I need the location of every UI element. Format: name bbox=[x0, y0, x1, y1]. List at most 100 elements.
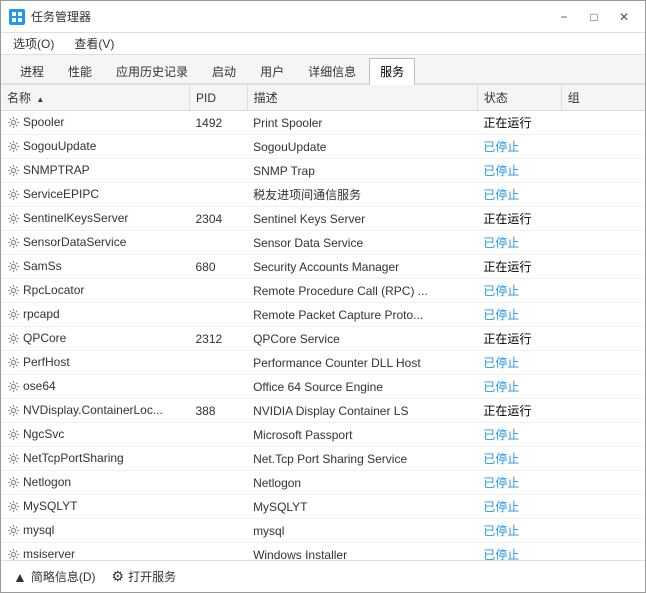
service-icon bbox=[7, 332, 20, 345]
service-icon bbox=[7, 284, 20, 297]
service-name: SNMPTRAP bbox=[1, 159, 189, 183]
services-table-container[interactable]: 名称 ▲ PID 描述 状态 组 Spooler1492Print Spoole… bbox=[1, 85, 645, 560]
service-group bbox=[561, 351, 645, 375]
summary-icon: ▲ bbox=[13, 569, 27, 585]
menu-bar: 选项(O) 查看(V) bbox=[1, 33, 645, 55]
service-desc: Office 64 Source Engine bbox=[247, 375, 477, 399]
table-row[interactable]: NVDisplay.ContainerLoc...388NVIDIA Displ… bbox=[1, 399, 645, 423]
service-name: MySQLYT bbox=[1, 495, 189, 519]
table-row[interactable]: msiserverWindows Installer已停止 bbox=[1, 543, 645, 561]
service-status: 已停止 bbox=[477, 447, 561, 471]
minimize-button[interactable]: − bbox=[551, 7, 577, 27]
service-icon bbox=[7, 548, 20, 560]
service-pid bbox=[189, 471, 247, 495]
service-pid bbox=[189, 543, 247, 561]
service-status: 已停止 bbox=[477, 423, 561, 447]
col-header-name[interactable]: 名称 ▲ bbox=[1, 85, 189, 111]
tab-history[interactable]: 应用历史记录 bbox=[105, 58, 199, 85]
service-desc: Microsoft Passport bbox=[247, 423, 477, 447]
summary-button[interactable]: ▲ 简略信息(D) bbox=[13, 568, 96, 585]
service-status: 已停止 bbox=[477, 159, 561, 183]
table-row[interactable]: MySQLYTMySQLYT已停止 bbox=[1, 495, 645, 519]
service-group bbox=[561, 303, 645, 327]
tab-details[interactable]: 详细信息 bbox=[297, 58, 367, 85]
service-pid bbox=[189, 423, 247, 447]
tab-services[interactable]: 服务 bbox=[369, 58, 415, 85]
service-icon bbox=[7, 308, 20, 321]
service-icon bbox=[7, 524, 20, 537]
service-desc: Print Spooler bbox=[247, 111, 477, 135]
col-header-pid[interactable]: PID bbox=[189, 85, 247, 111]
table-row[interactable]: SensorDataServiceSensor Data Service已停止 bbox=[1, 231, 645, 255]
service-name: ose64 bbox=[1, 375, 189, 399]
service-status: 已停止 bbox=[477, 183, 561, 207]
table-row[interactable]: NgcSvcMicrosoft Passport已停止 bbox=[1, 423, 645, 447]
maximize-button[interactable]: □ bbox=[581, 7, 607, 27]
table-row[interactable]: Spooler1492Print Spooler正在运行 bbox=[1, 111, 645, 135]
service-pid bbox=[189, 351, 247, 375]
app-icon bbox=[9, 9, 25, 25]
table-row[interactable]: NetTcpPortSharingNet.Tcp Port Sharing Se… bbox=[1, 447, 645, 471]
table-row[interactable]: rpcapdRemote Packet Capture Proto...已停止 bbox=[1, 303, 645, 327]
table-row[interactable]: ose64Office 64 Source Engine已停止 bbox=[1, 375, 645, 399]
summary-label: 简略信息(D) bbox=[31, 568, 96, 585]
service-status: 已停止 bbox=[477, 231, 561, 255]
table-row[interactable]: SentinelKeysServer2304Sentinel Keys Serv… bbox=[1, 207, 645, 231]
table-row[interactable]: RpcLocatorRemote Procedure Call (RPC) ..… bbox=[1, 279, 645, 303]
service-desc: mysql bbox=[247, 519, 477, 543]
service-group bbox=[561, 183, 645, 207]
service-icon bbox=[7, 116, 20, 129]
service-pid: 2304 bbox=[189, 207, 247, 231]
service-pid bbox=[189, 519, 247, 543]
tab-performance[interactable]: 性能 bbox=[57, 58, 103, 85]
service-status: 已停止 bbox=[477, 135, 561, 159]
service-status: 正在运行 bbox=[477, 207, 561, 231]
service-name: SogouUpdate bbox=[1, 135, 189, 159]
table-row[interactable]: SogouUpdateSogouUpdate已停止 bbox=[1, 135, 645, 159]
open-service-label: 打开服务 bbox=[128, 568, 176, 585]
tab-startup[interactable]: 启动 bbox=[201, 58, 247, 85]
service-group bbox=[561, 495, 645, 519]
service-desc: Net.Tcp Port Sharing Service bbox=[247, 447, 477, 471]
service-group bbox=[561, 327, 645, 351]
service-group bbox=[561, 375, 645, 399]
service-icon bbox=[7, 452, 20, 465]
col-header-desc[interactable]: 描述 bbox=[247, 85, 477, 111]
close-button[interactable]: ✕ bbox=[611, 7, 637, 27]
service-pid bbox=[189, 279, 247, 303]
menu-options[interactable]: 选项(O) bbox=[5, 33, 62, 54]
tab-process[interactable]: 进程 bbox=[9, 58, 55, 85]
menu-view[interactable]: 查看(V) bbox=[66, 33, 122, 54]
service-name: SamSs bbox=[1, 255, 189, 279]
title-bar: 任务管理器 − □ ✕ bbox=[1, 1, 645, 33]
table-row[interactable]: mysqlmysql已停止 bbox=[1, 519, 645, 543]
service-pid bbox=[189, 231, 247, 255]
col-header-status[interactable]: 状态 bbox=[477, 85, 561, 111]
service-name: QPCore bbox=[1, 327, 189, 351]
service-pid bbox=[189, 303, 247, 327]
service-icon bbox=[7, 476, 20, 489]
service-desc: Sensor Data Service bbox=[247, 231, 477, 255]
table-row[interactable]: ServiceEPIPC税友进项间通信服务已停止 bbox=[1, 183, 645, 207]
service-group bbox=[561, 447, 645, 471]
service-icon bbox=[7, 236, 20, 249]
table-row[interactable]: QPCore2312QPCore Service正在运行 bbox=[1, 327, 645, 351]
table-row[interactable]: NetlogonNetlogon已停止 bbox=[1, 471, 645, 495]
open-service-button[interactable]: ⚙ 打开服务 bbox=[112, 568, 177, 585]
service-name: PerfHost bbox=[1, 351, 189, 375]
col-header-group[interactable]: 组 bbox=[561, 85, 645, 111]
service-desc: NVIDIA Display Container LS bbox=[247, 399, 477, 423]
service-status: 已停止 bbox=[477, 519, 561, 543]
service-status: 已停止 bbox=[477, 351, 561, 375]
table-row[interactable]: SNMPTRAPSNMP Trap已停止 bbox=[1, 159, 645, 183]
tab-users[interactable]: 用户 bbox=[249, 58, 295, 85]
service-group bbox=[561, 207, 645, 231]
table-row[interactable]: PerfHost Performance Counter DLL Host已停止 bbox=[1, 351, 645, 375]
service-name: mysql bbox=[1, 519, 189, 543]
service-desc: Performance Counter DLL Host bbox=[247, 351, 477, 375]
service-status: 正在运行 bbox=[477, 327, 561, 351]
service-status: 已停止 bbox=[477, 279, 561, 303]
table-row[interactable]: SamSs680Security Accounts Manager正在运行 bbox=[1, 255, 645, 279]
main-window: 任务管理器 − □ ✕ 选项(O) 查看(V) 进程 性能 应用历史记录 启动 … bbox=[0, 0, 646, 593]
service-name: Netlogon bbox=[1, 471, 189, 495]
